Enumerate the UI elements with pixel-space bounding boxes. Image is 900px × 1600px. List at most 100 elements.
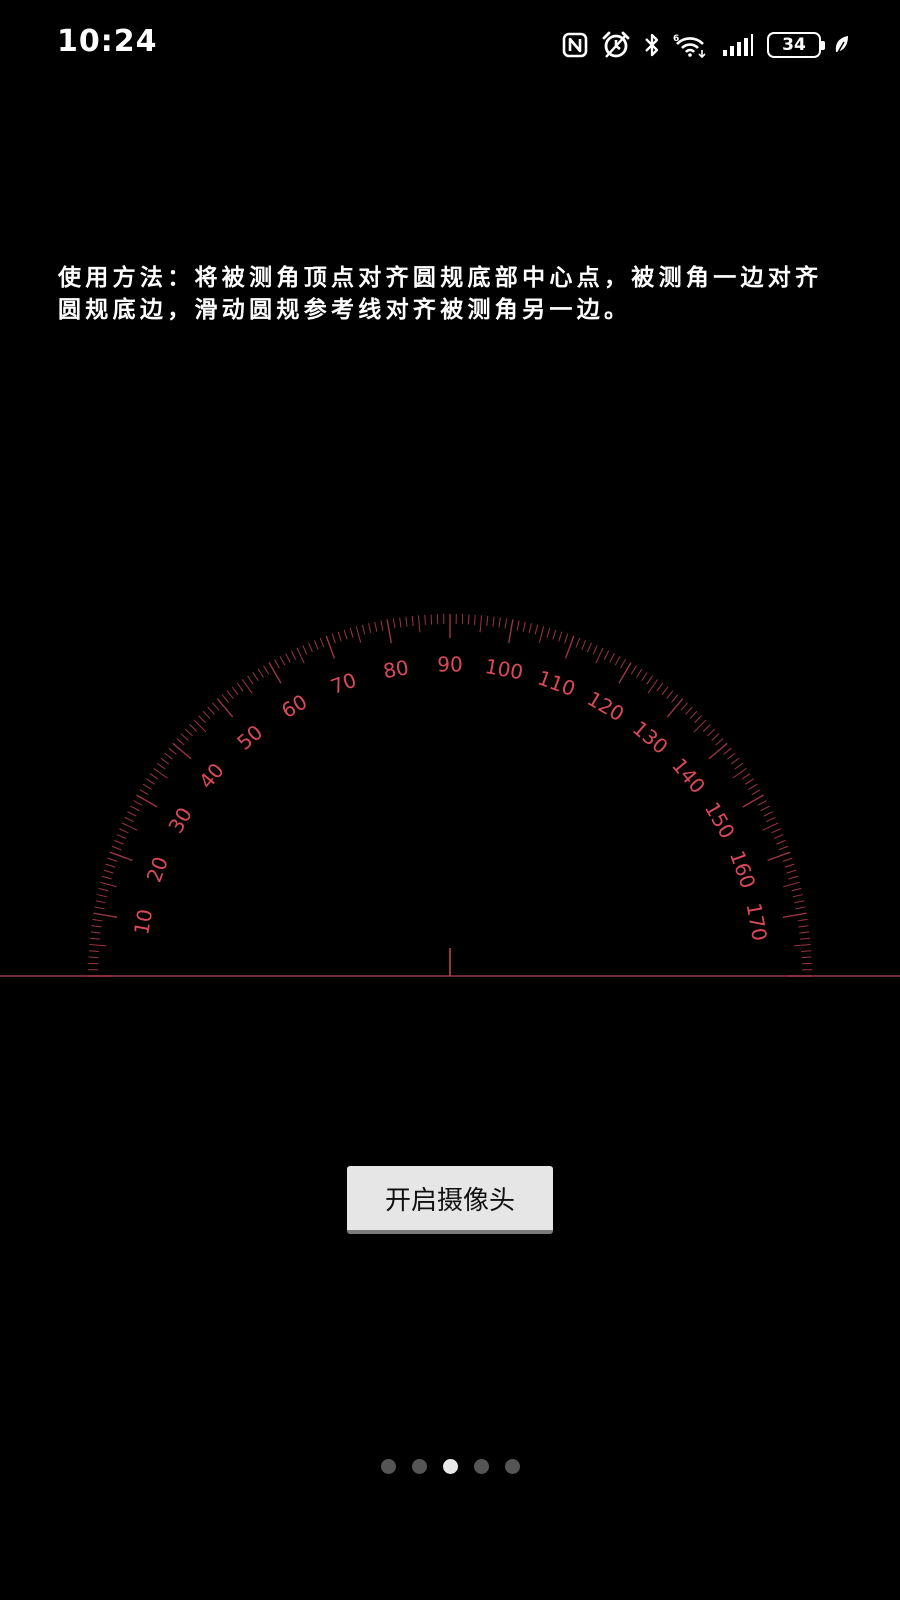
status-time: 10:24: [57, 24, 158, 59]
protractor-tick: [741, 773, 751, 780]
protractor-tick: [130, 805, 140, 812]
page-dot[interactable]: [473, 1459, 489, 1474]
protractor-tick: [101, 875, 112, 880]
protractor-tick: [794, 900, 805, 904]
protractor-tick: [707, 728, 716, 737]
battery-level: 34: [782, 34, 806, 55]
protractor-tick: [241, 679, 253, 694]
protractor-tick: [636, 668, 643, 678]
protractor-tick: [136, 794, 158, 808]
protractor-tick: [748, 783, 758, 790]
protractor-tick: [139, 789, 149, 796]
protractor-tick: [614, 656, 621, 666]
protractor-tick: [595, 647, 604, 664]
protractor-tick: [730, 757, 740, 765]
protractor-tick-labels: 10 20 30 4050 60 70 80 90 100 110120130140150 160 1…: [129, 653, 772, 943]
protractor-tick: [349, 627, 354, 638]
protractor-tick: [386, 619, 392, 644]
protractor-tick: [538, 626, 545, 643]
protractor-tick: [180, 733, 189, 741]
protractor-tick: [380, 620, 384, 631]
protractor-tick: [534, 624, 539, 635]
protractor-tick: [773, 834, 784, 839]
protractor-tick: [257, 668, 264, 678]
protractor-tick: [783, 881, 800, 888]
protractor-tick: [715, 738, 724, 746]
protractor-tick: [786, 869, 797, 874]
protractor-tick: [516, 620, 520, 631]
protractor-tick: [771, 828, 781, 834]
protractor-tick: [564, 633, 569, 644]
protractor-tick: [268, 662, 282, 684]
protractor-tick: [184, 728, 193, 737]
battery-icon: 34: [767, 32, 825, 58]
page-dot[interactable]: [504, 1459, 520, 1474]
protractor-label: 70: [327, 668, 359, 699]
protractor-tick: [89, 943, 107, 947]
page-indicator: [0, 1459, 900, 1474]
protractor-tick: [368, 623, 372, 634]
protractor-tick: [97, 894, 108, 898]
protractor-tick: [411, 615, 414, 626]
protractor-tick: [207, 706, 215, 715]
protractor-tick: [142, 783, 152, 790]
page-dot-active[interactable]: [442, 1459, 458, 1474]
protractor-tick: [742, 794, 764, 808]
protractor-tick: [528, 623, 532, 634]
protractor-tick: [160, 757, 170, 765]
protractor-tick: [103, 869, 114, 874]
protractor-tick: [430, 614, 433, 625]
protractor-tick: [116, 834, 127, 839]
protractor-tick: [247, 675, 254, 685]
protractor-tick: [221, 694, 229, 703]
protractor-tick: [689, 710, 698, 719]
page-dot[interactable]: [380, 1459, 396, 1474]
protractor-tick: [176, 738, 185, 746]
protractor-tick: [630, 665, 637, 675]
protractor-tick: [581, 640, 587, 650]
protractor-tick: [216, 698, 234, 718]
protractor-tick: [504, 618, 508, 629]
signal-icon: [722, 33, 754, 57]
protractor-tick: [149, 773, 159, 780]
protractor-tick: [508, 619, 514, 644]
protractor-tick: [800, 937, 811, 940]
protractor-tick: [263, 665, 270, 675]
protractor-tick: [133, 800, 143, 806]
protractor[interactable]: 10 20 30 4050 60 70 80 90 100 110120130140150 160 1…: [0, 600, 900, 990]
protractor-tick: [778, 845, 789, 851]
protractor-tick: [522, 621, 526, 632]
protractor-tick: [124, 816, 134, 823]
protractor-tick: [107, 857, 118, 862]
protractor-tick: [666, 698, 684, 718]
protractor-tick: [392, 618, 396, 629]
protractor-tick: [564, 635, 575, 659]
protractor-tick: [467, 614, 470, 625]
protractor-label: 150: [700, 798, 740, 843]
protractor-tick: [757, 800, 767, 806]
open-camera-button[interactable]: 开启摄像头: [347, 1166, 553, 1234]
protractor-tick: [666, 690, 674, 699]
page-dot[interactable]: [411, 1459, 427, 1474]
protractor-label: 100: [483, 654, 525, 684]
protractor-tick: [337, 631, 342, 642]
protractor-tick: [792, 894, 803, 898]
protractor-tick: [702, 724, 711, 732]
protractor-tick: [90, 931, 101, 934]
protractor-tick: [680, 702, 688, 711]
protractor-tick: [279, 656, 286, 666]
protractor-tick: [302, 645, 308, 655]
protractor-tick: [711, 733, 720, 741]
protractor-tick: [111, 845, 122, 851]
protractor-tick: [172, 742, 192, 760]
protractor-tick: [661, 686, 669, 696]
protractor-label: 30: [163, 803, 197, 837]
protractor-tick: [274, 659, 280, 669]
protractor-tick: [226, 690, 234, 699]
protractor-tick: [723, 747, 732, 755]
protractor-tick: [609, 653, 615, 663]
protractor-tick: [313, 640, 319, 650]
protractor-tick: [797, 918, 808, 922]
protractor-tick: [685, 706, 693, 715]
protractor-tick: [587, 642, 592, 653]
